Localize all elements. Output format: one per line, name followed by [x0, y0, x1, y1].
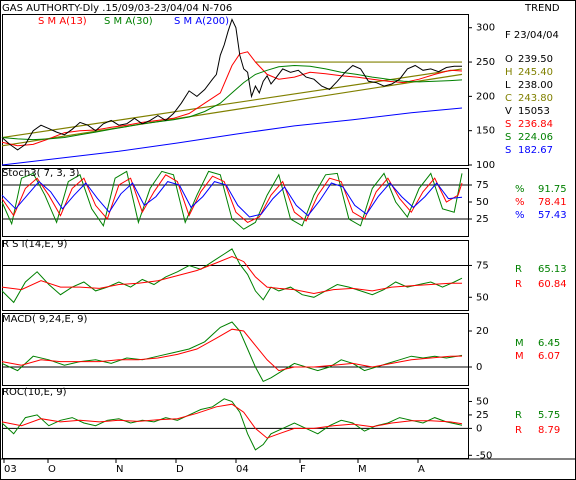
- rsi-value-key: R: [515, 264, 522, 275]
- stoch-value-key: %: [515, 210, 525, 221]
- y-tick-label-2: 75: [476, 260, 489, 271]
- info-key: H: [505, 67, 513, 78]
- y-tick-label-0: 200: [476, 91, 495, 102]
- y-tick-label-0: 150: [476, 126, 495, 137]
- roc-value-key: R: [515, 425, 522, 436]
- legend-sma30: S M A(30): [104, 16, 153, 27]
- roc-value: 5.75: [538, 410, 561, 421]
- info-key: S: [505, 132, 512, 143]
- series-line-3-1: [1, 328, 463, 372]
- x-tick-label: O: [48, 464, 56, 475]
- stoch-value-key: %: [515, 197, 525, 208]
- x-tick-label: 03: [4, 464, 17, 475]
- info-date: F 23/04/04: [505, 30, 559, 41]
- stoch-value: 57.43: [538, 210, 567, 221]
- series-line-3-0: [1, 321, 463, 383]
- roc-title: ROC(10,E, 9): [2, 387, 67, 398]
- rsi-value: 65.13: [538, 264, 567, 275]
- y-tick-label-3: 20: [476, 326, 489, 337]
- series-line-1-2: [1, 180, 463, 218]
- macd-value: 6.07: [538, 351, 561, 362]
- macd-value-key: M: [515, 351, 524, 362]
- stoch-value-key: %: [515, 184, 525, 195]
- y-tick-label-4: -50: [476, 450, 492, 461]
- x-tick-label: A: [418, 464, 425, 475]
- panel-border-2: [2, 240, 469, 311]
- y-tick-label-0: 100: [476, 160, 495, 171]
- x-tick-label: D: [176, 464, 184, 475]
- info-key: L: [505, 80, 511, 91]
- macd-value-key: M: [515, 338, 524, 349]
- info-key: S: [505, 119, 512, 130]
- info-value: 182.67: [518, 145, 553, 156]
- y-tick-label-1: 75: [476, 180, 489, 191]
- rsi-value: 60.84: [538, 279, 567, 290]
- y-tick-label-0: 250: [476, 57, 495, 68]
- y-tick-label-3: 0: [476, 362, 482, 373]
- panel-border-4: [2, 388, 469, 459]
- y-tick-label-1: 50: [476, 197, 489, 208]
- trendline-middle: [1, 68, 463, 139]
- info-value: 15053: [518, 106, 550, 117]
- info-value: 236.84: [518, 119, 553, 130]
- y-tick-label-0: 300: [476, 23, 495, 34]
- x-tick-label: M: [358, 464, 367, 475]
- rsi-title: R S I(14,E, 9): [2, 239, 68, 250]
- x-tick-label: F: [300, 464, 306, 475]
- y-tick-label-2: 50: [476, 292, 489, 303]
- roc-value: 8.79: [538, 425, 561, 436]
- series-line-0-0: [1, 51, 463, 147]
- info-key: S: [505, 145, 512, 156]
- macd-title: MACD( 9,24,E, 9): [2, 314, 88, 325]
- stoch-value: 91.75: [538, 184, 567, 195]
- stoch-value: 78.41: [538, 197, 567, 208]
- rsi-value-key: R: [515, 279, 522, 290]
- y-tick-label-1: 25: [476, 214, 489, 225]
- series-line-0-1: [1, 64, 463, 141]
- x-tick-label: 04: [236, 464, 249, 475]
- series-line-4-0: [1, 398, 463, 451]
- x-tick-label: N: [116, 464, 123, 475]
- info-value: 238.00: [518, 80, 553, 91]
- info-key: V: [505, 106, 512, 117]
- info-key: O: [505, 54, 513, 65]
- roc-value-key: R: [515, 410, 522, 421]
- y-tick-label-4: 0: [476, 423, 482, 434]
- chart-title: GAS AUTHORTY-Dly .15/09/03-23/04/04 N-70…: [2, 3, 233, 14]
- legend-sma200: S M A(200): [174, 16, 230, 27]
- trend-label: TREND: [525, 3, 560, 14]
- info-value: 239.50: [518, 54, 553, 65]
- macd-value: 6.45: [538, 338, 561, 349]
- y-tick-label-4: 50: [476, 396, 489, 407]
- info-key: C: [505, 93, 512, 104]
- info-value: 224.06: [518, 132, 553, 143]
- legend-sma13: S M A(13): [38, 16, 87, 27]
- stoch-title: Stoch3( 7, 3, 3): [2, 168, 80, 179]
- chart-canvas: 100 150 200 250 300 25 50 75 50 75 0 20 -50 0 25 50 03 O N…: [0, 0, 576, 480]
- y-tick-label-4: 25: [476, 410, 489, 421]
- info-value: 243.80: [518, 93, 553, 104]
- series-line-1-0: [1, 170, 463, 230]
- info-value: 245.40: [518, 67, 553, 78]
